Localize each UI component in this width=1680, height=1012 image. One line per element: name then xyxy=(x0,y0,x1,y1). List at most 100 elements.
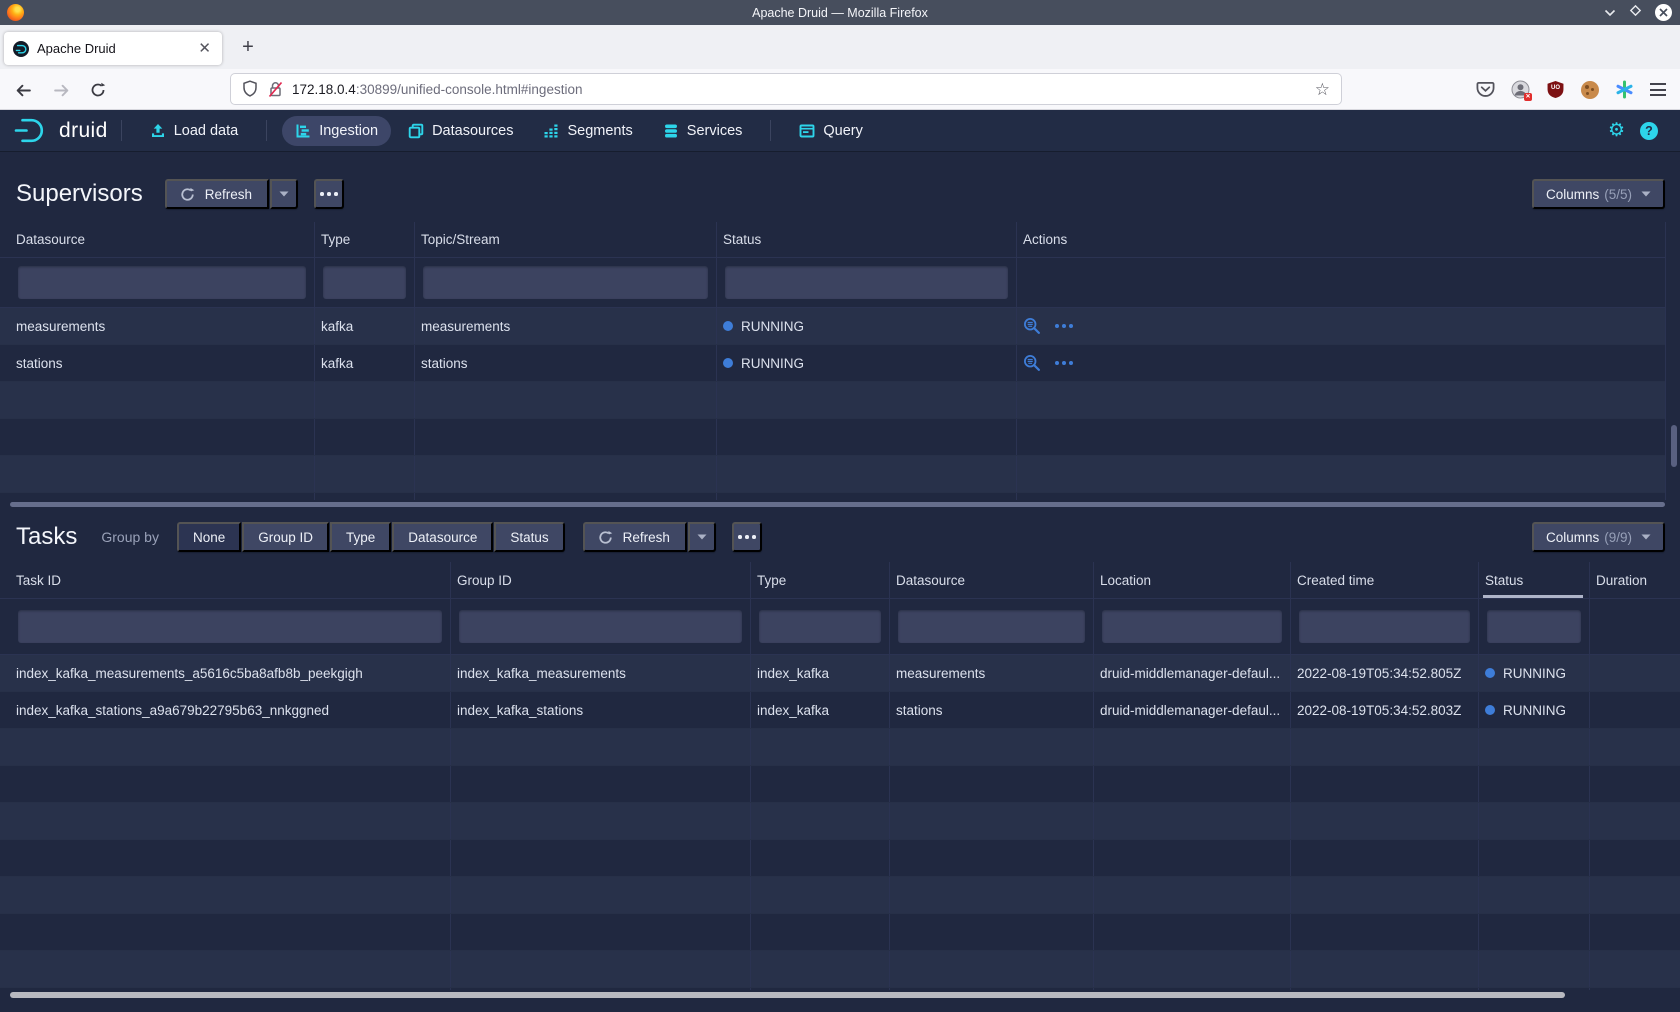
insecure-lock-icon[interactable] xyxy=(268,81,283,98)
column-header-created-time[interactable]: Created time xyxy=(1291,562,1479,598)
upload-icon xyxy=(150,123,166,139)
pocket-icon[interactable] xyxy=(1476,81,1495,99)
supervisors-refresh-dropdown-button[interactable] xyxy=(270,179,298,209)
supervisor-row[interactable]: measurements kafka measurements RUNNING xyxy=(0,308,1665,345)
reload-button[interactable] xyxy=(85,77,111,103)
tasks-more-button[interactable] xyxy=(732,522,762,552)
window-close-icon[interactable] xyxy=(1655,4,1672,21)
column-header-type[interactable]: Type xyxy=(315,222,415,257)
group-by-none-button[interactable]: None xyxy=(177,522,241,552)
running-status-dot xyxy=(1485,705,1495,715)
supervisors-refresh-button[interactable]: Refresh xyxy=(165,179,269,209)
column-header-status-sorted[interactable]: Status xyxy=(1479,562,1590,598)
forward-button[interactable] xyxy=(48,77,74,103)
nav-item-services[interactable]: Services xyxy=(650,116,756,146)
column-header-duration[interactable]: Duration xyxy=(1590,562,1680,598)
column-header-topic-stream[interactable]: Topic/Stream xyxy=(415,222,717,257)
status-filter-input[interactable] xyxy=(725,266,1008,299)
supervisor-row[interactable]: stations kafka stations RUNNING xyxy=(0,345,1665,382)
supervisors-more-button[interactable] xyxy=(314,179,344,209)
status-cell: RUNNING xyxy=(1479,692,1590,728)
topic-stream-filter-input[interactable] xyxy=(423,266,708,299)
empty-row xyxy=(0,493,1665,500)
column-header-datasource[interactable]: Datasource xyxy=(890,562,1094,598)
tasks-table: Task ID Group ID Type Datasource Locatio… xyxy=(0,562,1680,990)
firefox-logo-icon xyxy=(7,4,24,21)
browser-tab[interactable]: Apache Druid ✕ xyxy=(4,32,222,65)
supervisors-vertical-scrollbar[interactable] xyxy=(1671,425,1677,467)
column-header-task-id[interactable]: Task ID xyxy=(0,562,451,598)
settings-gear-icon[interactable]: ⚙ xyxy=(1608,121,1625,140)
nav-divider xyxy=(121,120,122,141)
column-header-status[interactable]: Status xyxy=(717,222,1017,257)
tasks-refresh-dropdown-button[interactable] xyxy=(688,522,716,552)
task-row[interactable]: index_kafka_measurements_a5616c5ba8afb8b… xyxy=(0,655,1680,692)
datasource-filter-input[interactable] xyxy=(18,266,306,299)
type-filter-input[interactable] xyxy=(323,266,406,299)
cookie-extension-icon[interactable] xyxy=(1581,81,1599,99)
column-header-datasource[interactable]: Datasource xyxy=(0,222,315,257)
empty-row xyxy=(0,456,1665,493)
empty-row xyxy=(0,914,1680,951)
supervisors-horizontal-scrollbar[interactable] xyxy=(10,502,1665,507)
window-maximize-icon[interactable] xyxy=(1629,4,1642,22)
bookmark-star-icon[interactable]: ☆ xyxy=(1315,81,1330,98)
tasks-refresh-button[interactable]: Refresh xyxy=(583,522,687,552)
supervisors-table-header: Datasource Type Topic/Stream Status Acti… xyxy=(0,222,1665,258)
running-status-dot xyxy=(723,358,733,368)
druid-logo-icon xyxy=(13,117,50,144)
status-filter-input[interactable] xyxy=(1487,610,1581,643)
group-by-group-id-button[interactable]: Group ID xyxy=(242,522,329,552)
druid-logo[interactable]: druid xyxy=(13,117,108,144)
back-button[interactable] xyxy=(10,77,36,103)
shield-icon[interactable] xyxy=(242,80,258,98)
group-by-status-button[interactable]: Status xyxy=(494,522,564,552)
inspect-magnifier-icon[interactable] xyxy=(1023,354,1041,372)
task-id-filter-input[interactable] xyxy=(18,610,442,643)
empty-row xyxy=(0,382,1665,419)
column-header-actions[interactable]: Actions xyxy=(1017,222,1665,257)
nav-item-datasources[interactable]: Datasources xyxy=(395,116,526,146)
console-icon xyxy=(799,123,815,139)
nav-item-load-data[interactable]: Load data xyxy=(137,116,252,146)
tasks-horizontal-scrollbar[interactable] xyxy=(10,992,1565,998)
refresh-icon xyxy=(598,530,613,545)
stacked-chart-icon xyxy=(543,123,559,139)
help-icon[interactable]: ? xyxy=(1640,122,1658,140)
inspect-magnifier-icon[interactable] xyxy=(1023,317,1041,335)
column-header-location[interactable]: Location xyxy=(1094,562,1291,598)
window-titlebar: Apache Druid — Mozilla Firefox xyxy=(0,0,1680,25)
location-filter-input[interactable] xyxy=(1102,610,1282,643)
nav-item-query[interactable]: Query xyxy=(786,116,876,146)
column-header-group-id[interactable]: Group ID xyxy=(451,562,751,598)
created-time-filter-input[interactable] xyxy=(1299,610,1470,643)
nav-item-ingestion[interactable]: Ingestion xyxy=(282,116,391,146)
empty-row xyxy=(0,766,1680,803)
url-bar[interactable]: 172.18.0.4:30899/unified-console.html#in… xyxy=(231,74,1341,104)
group-by-datasource-button[interactable]: Datasource xyxy=(392,522,493,552)
tab-close-icon[interactable]: ✕ xyxy=(196,41,213,56)
column-header-type[interactable]: Type xyxy=(751,562,890,598)
group-id-filter-input[interactable] xyxy=(459,610,742,643)
more-icon xyxy=(319,192,340,196)
tasks-columns-button[interactable]: Columns (9/9) xyxy=(1532,522,1665,552)
row-more-icon[interactable] xyxy=(1053,324,1075,328)
type-filter-input[interactable] xyxy=(759,610,881,643)
nav-item-segments[interactable]: Segments xyxy=(530,116,645,146)
tasks-title: Tasks xyxy=(16,523,77,551)
ublock-origin-icon[interactable]: UO xyxy=(1546,80,1565,99)
row-more-icon[interactable] xyxy=(1053,361,1075,365)
group-by-type-button[interactable]: Type xyxy=(330,522,391,552)
menu-icon[interactable] xyxy=(1650,83,1666,96)
url-text: 172.18.0.4:30899/unified-console.html#in… xyxy=(292,82,582,97)
extension-badge: ✕ xyxy=(1524,93,1532,101)
extension-asterisk-icon[interactable] xyxy=(1615,80,1634,99)
new-tab-button[interactable]: + xyxy=(234,33,262,61)
window-minimize-icon[interactable] xyxy=(1604,4,1616,22)
actions-cell xyxy=(1017,308,1665,344)
supervisors-columns-button[interactable]: Columns (5/5) xyxy=(1532,179,1665,209)
datasource-filter-input[interactable] xyxy=(898,610,1085,643)
task-row[interactable]: index_kafka_stations_a9a679b22795b63_nnk… xyxy=(0,692,1680,729)
account-extension-icon[interactable]: ✕ xyxy=(1511,80,1530,99)
supervisors-title: Supervisors xyxy=(16,180,143,208)
